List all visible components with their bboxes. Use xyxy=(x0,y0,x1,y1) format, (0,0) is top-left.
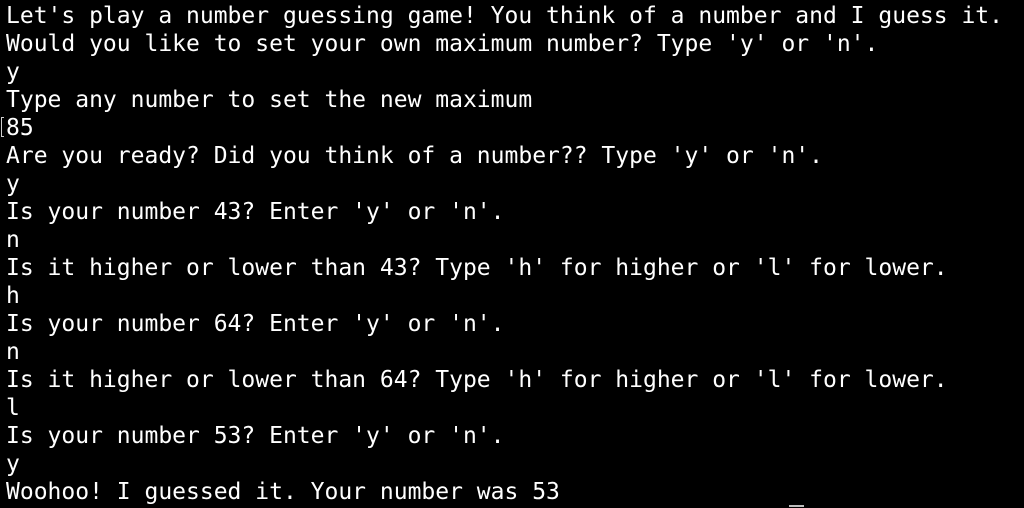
output-line-guess-3: Is your number 53? Enter 'y' or 'n'. xyxy=(6,423,505,449)
input-line-direction-1-answer: h xyxy=(6,283,20,309)
input-line-guess-3-answer: y xyxy=(6,451,20,477)
input-line-max-answer: y xyxy=(6,59,20,85)
output-line-ready-prompt: Are you ready? Did you think of a number… xyxy=(6,143,823,169)
input-line-guess-2-answer: n xyxy=(6,339,20,365)
input-line-max-value: 85 xyxy=(6,115,34,141)
terminal-window[interactable]: Let's play a number guessing game! You t… xyxy=(0,0,1024,508)
output-line-result: Woohoo! I guessed it. Your number was 53 xyxy=(6,479,560,505)
selection-bracket-marker xyxy=(1,117,4,137)
output-line-max-request: Type any number to set the new maximum xyxy=(6,87,533,113)
output-line-max-prompt: Would you like to set your own maximum n… xyxy=(6,31,879,57)
input-line-direction-2-answer: l xyxy=(6,395,20,421)
output-line-direction-1: Is it higher or lower than 43? Type 'h' … xyxy=(6,255,948,281)
text-cursor xyxy=(789,505,804,507)
input-line-ready-answer: y xyxy=(6,171,20,197)
output-line-direction-2: Is it higher or lower than 64? Type 'h' … xyxy=(6,367,948,393)
input-line-guess-1-answer: n xyxy=(6,227,20,253)
output-line-intro: Let's play a number guessing game! You t… xyxy=(6,3,1003,29)
output-line-guess-2: Is your number 64? Enter 'y' or 'n'. xyxy=(6,311,505,337)
output-line-guess-1: Is your number 43? Enter 'y' or 'n'. xyxy=(6,199,505,225)
terminal-output: Let's play a number guessing game! You t… xyxy=(6,2,1003,506)
